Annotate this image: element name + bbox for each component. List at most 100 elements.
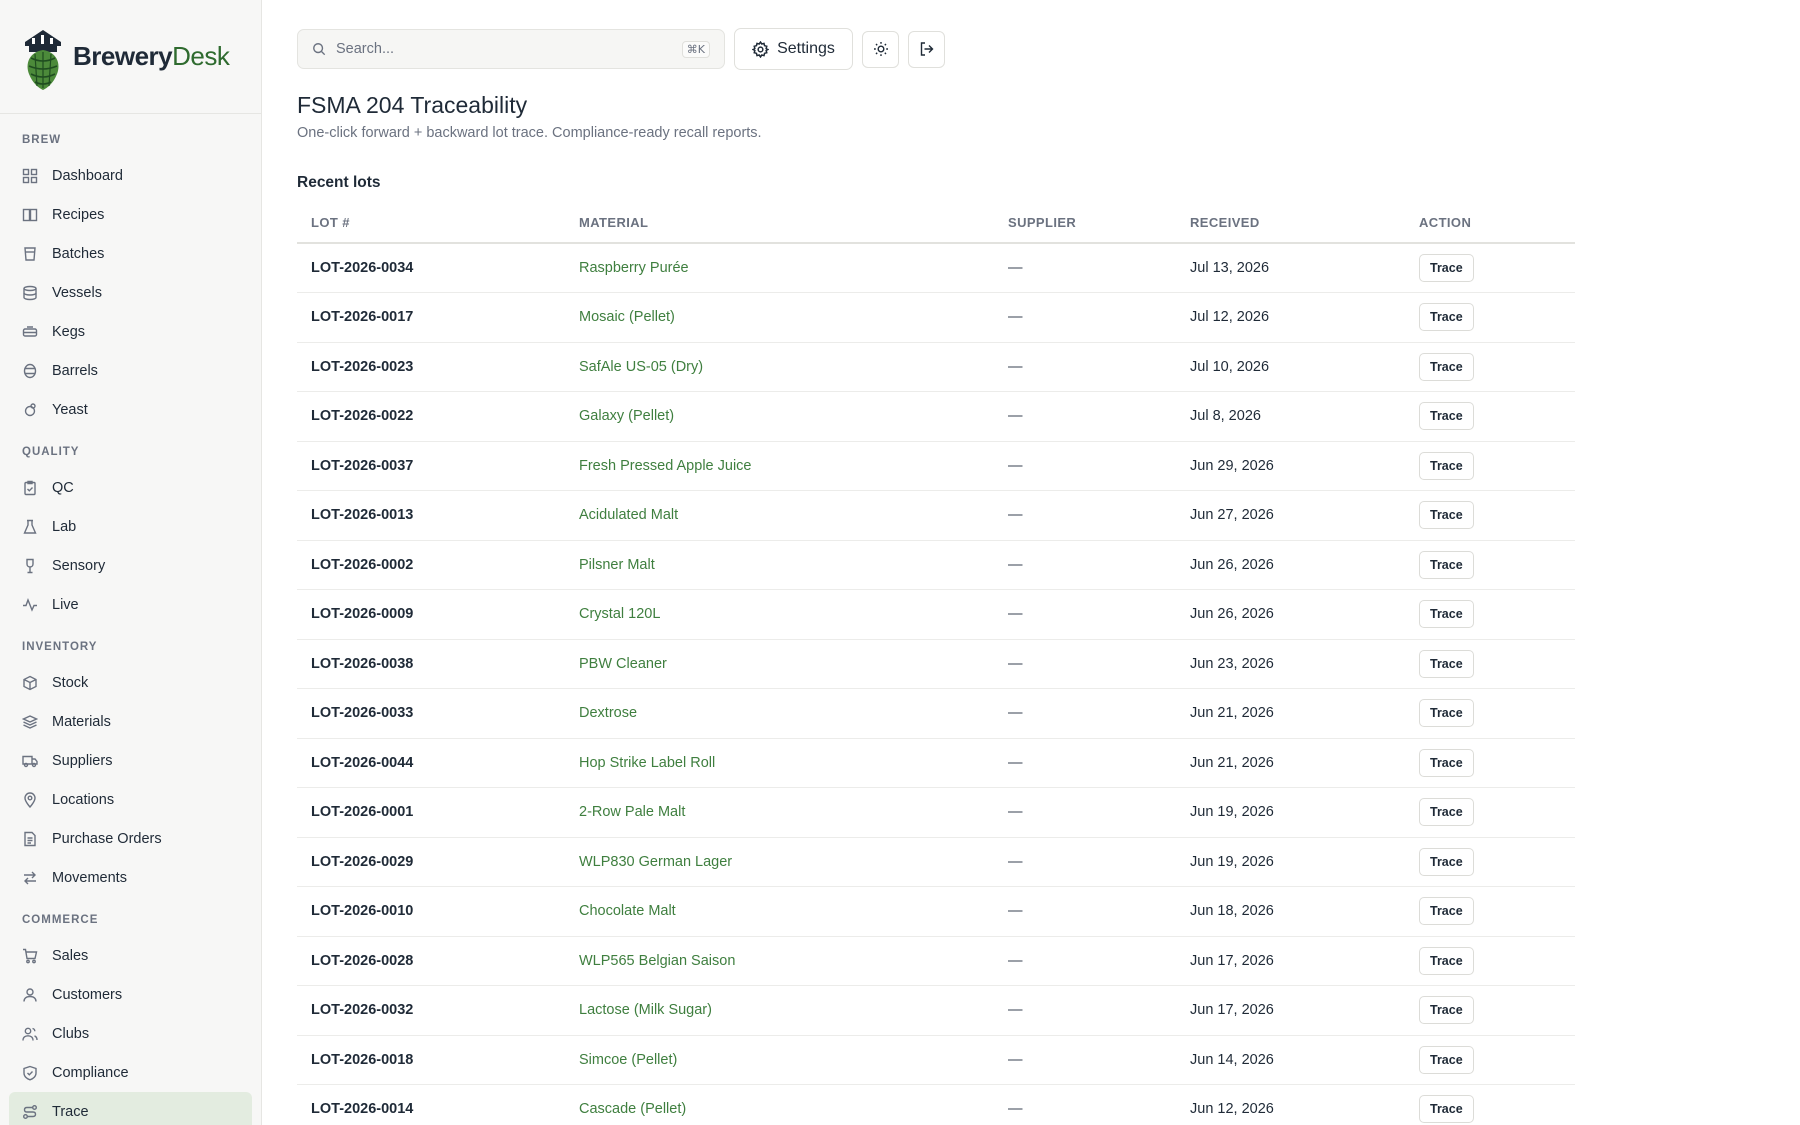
sidebar-item-live[interactable]: Live [22, 585, 261, 624]
action-cell: Trace [1405, 342, 1575, 392]
supplier-cell: — [994, 1084, 1176, 1125]
trace-button[interactable]: Trace [1419, 1095, 1474, 1124]
material-link[interactable]: Galaxy (Pellet) [565, 391, 994, 442]
sidebar-item-barrels[interactable]: Barrels [22, 351, 261, 390]
trace-button[interactable]: Trace [1419, 501, 1474, 530]
sidebar-item-dashboard[interactable]: Dashboard [22, 156, 261, 195]
material-link[interactable]: WLP830 German Lager [565, 837, 994, 887]
lot-number: LOT-2026-0013 [297, 490, 565, 541]
sidebar-item-qc[interactable]: QC [22, 468, 261, 507]
sidebar-item-kegs[interactable]: Kegs [22, 312, 261, 351]
sidebar-item-label: Batches [52, 245, 105, 262]
search-box[interactable]: ⌘K [297, 29, 725, 69]
supplier-cell: — [994, 391, 1176, 442]
settings-button[interactable]: Settings [734, 28, 853, 70]
material-link[interactable]: Raspberry Purée [565, 243, 994, 293]
brand[interactable]: BreweryDesk [0, 0, 261, 114]
material-link[interactable]: Simcoe (Pellet) [565, 1035, 994, 1085]
sidebar-item-customers[interactable]: Customers [22, 975, 261, 1014]
clipboard-check-icon [22, 480, 38, 496]
sidebar-item-suppliers[interactable]: Suppliers [22, 741, 261, 780]
material-link[interactable]: Chocolate Malt [565, 886, 994, 937]
trace-button[interactable]: Trace [1419, 402, 1474, 431]
sidebar-item-sensory[interactable]: Sensory [22, 546, 261, 585]
lot-number: LOT-2026-0018 [297, 1035, 565, 1085]
material-link[interactable]: Hop Strike Label Roll [565, 738, 994, 788]
trace-button[interactable]: Trace [1419, 550, 1474, 579]
sidebar-item-materials[interactable]: Materials [22, 702, 261, 741]
material-link[interactable]: PBW Cleaner [565, 639, 994, 689]
cart-icon [22, 948, 38, 964]
received-date: Jul 12, 2026 [1176, 292, 1405, 343]
material-link[interactable]: Crystal 120L [565, 589, 994, 640]
logout-icon [920, 42, 933, 56]
trace-button[interactable]: Trace [1419, 996, 1474, 1025]
material-link[interactable]: Fresh Pressed Apple Juice [565, 441, 994, 491]
sidebar-item-stock[interactable]: Stock [22, 663, 261, 702]
sidebar-item-purchase-orders[interactable]: Purchase Orders [22, 819, 261, 858]
trace-button[interactable]: Trace [1419, 649, 1474, 678]
sidebar-item-sales[interactable]: Sales [22, 936, 261, 975]
book-icon [22, 207, 38, 223]
material-link[interactable]: 2-Row Pale Malt [565, 787, 994, 838]
trace-button[interactable]: Trace [1419, 303, 1474, 332]
logout-button[interactable] [908, 30, 945, 68]
trace-button[interactable]: Trace [1419, 699, 1474, 728]
sidebar-item-label: Clubs [52, 1025, 90, 1042]
material-link[interactable]: Cascade (Pellet) [565, 1084, 994, 1125]
theme-toggle-button[interactable] [862, 30, 899, 68]
sidebar-item-trace[interactable]: Trace [9, 1092, 252, 1125]
material-link[interactable]: Pilsner Malt [565, 540, 994, 590]
trace-button[interactable]: Trace [1419, 600, 1474, 629]
supplier-cell: — [994, 292, 1176, 343]
material-link[interactable]: Dextrose [565, 688, 994, 739]
trace-button[interactable]: Trace [1419, 352, 1474, 381]
sidebar-item-label: Barrels [52, 362, 98, 379]
material-link[interactable]: SafAle US-05 (Dry) [565, 342, 994, 392]
sidebar-item-batches[interactable]: Batches [22, 234, 261, 273]
material-link[interactable]: Mosaic (Pellet) [565, 292, 994, 343]
lot-number: LOT-2026-0010 [297, 886, 565, 937]
received-date: Jul 8, 2026 [1176, 391, 1405, 442]
material-link[interactable]: WLP565 Belgian Saison [565, 936, 994, 986]
column-header-received: RECEIVED [1176, 202, 1405, 244]
sidebar-item-movements[interactable]: Movements [22, 858, 261, 897]
action-cell: Trace [1405, 738, 1575, 788]
sidebar-item-label: Customers [52, 986, 123, 1003]
settings-label: Settings [777, 40, 835, 57]
material-link[interactable]: Lactose (Milk Sugar) [565, 985, 994, 1036]
map-pin-icon [22, 791, 38, 808]
sidebar-item-lab[interactable]: Lab [22, 507, 261, 546]
action-cell: Trace [1405, 688, 1575, 739]
nav-heading: COMMERCE [22, 914, 99, 926]
received-date: Jun 29, 2026 [1176, 441, 1405, 491]
lot-number: LOT-2026-0033 [297, 688, 565, 739]
supplier-cell: — [994, 243, 1176, 293]
sidebar-item-recipes[interactable]: Recipes [22, 195, 261, 234]
trace-button[interactable]: Trace [1419, 897, 1474, 926]
sidebar-item-locations[interactable]: Locations [22, 780, 261, 819]
lot-number: LOT-2026-0029 [297, 837, 565, 887]
topbar: ⌘K Settings [297, 28, 945, 70]
sidebar-item-yeast[interactable]: Yeast [22, 390, 261, 429]
search-input[interactable] [336, 41, 682, 57]
sidebar-item-label: Vessels [52, 284, 102, 301]
received-date: Jun 14, 2026 [1176, 1035, 1405, 1085]
trace-button[interactable]: Trace [1419, 847, 1474, 876]
users-icon [22, 1026, 38, 1042]
box-icon [22, 675, 38, 691]
trace-button[interactable]: Trace [1419, 451, 1474, 480]
material-link[interactable]: Acidulated Malt [565, 490, 994, 541]
action-cell: Trace [1405, 391, 1575, 442]
trace-button[interactable]: Trace [1419, 254, 1474, 282]
trace-button[interactable]: Trace [1419, 946, 1474, 975]
sidebar-item-clubs[interactable]: Clubs [22, 1014, 261, 1053]
action-cell: Trace [1405, 1035, 1575, 1085]
trace-button[interactable]: Trace [1419, 798, 1474, 827]
trace-button[interactable]: Trace [1419, 748, 1474, 777]
sidebar-item-compliance[interactable]: Compliance [22, 1053, 261, 1092]
sidebar-item-vessels[interactable]: Vessels [22, 273, 261, 312]
table-row: LOT-2026-0033 Dextrose — Jun 21, 2026 Trace [297, 688, 1575, 739]
trace-button[interactable]: Trace [1419, 1045, 1474, 1074]
nav-section-brew: BREW Dashboard Recipes Batches Vessels K… [0, 130, 261, 429]
